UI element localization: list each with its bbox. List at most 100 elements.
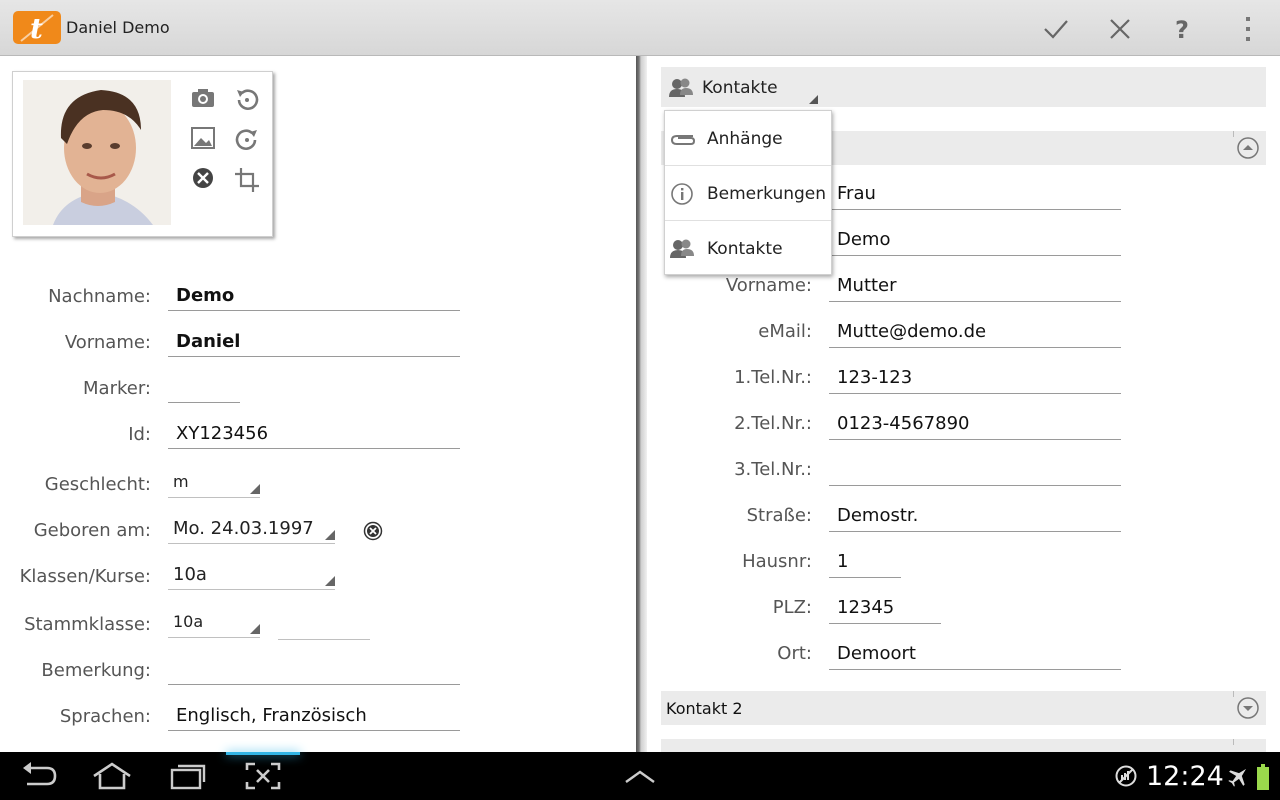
contacts-icon — [670, 239, 694, 258]
overflow-menu-button[interactable] — [1231, 12, 1265, 46]
geboren-date-picker[interactable]: Mo. 24.03.1997 — [168, 510, 335, 544]
label-ort: Ort: — [777, 643, 812, 664]
tel1-field[interactable]: 123-123 — [829, 360, 1121, 394]
tel2-field[interactable]: 0123-4567890 — [829, 406, 1121, 440]
row-klassen: Klassen/Kurse: 10a — [0, 556, 636, 592]
contact-row-plz: PLZ: 12345 — [647, 590, 1280, 626]
expand-notifications-button[interactable] — [618, 760, 662, 792]
section-select[interactable]: Kontakte — [661, 67, 826, 107]
expand-icon[interactable] — [1236, 696, 1260, 720]
label-klassen: Klassen/Kurse: — [19, 566, 151, 587]
tel3-field[interactable] — [829, 452, 1121, 486]
pane-divider[interactable] — [636, 56, 647, 752]
svg-text:t: t — [30, 12, 43, 44]
battery-icon — [1257, 764, 1269, 790]
menu-label-bemerkungen: Bemerkungen — [707, 184, 827, 204]
collapse-icon[interactable] — [1236, 136, 1260, 160]
label-id: Id: — [128, 424, 151, 445]
vorname-field[interactable]: Daniel — [168, 325, 460, 357]
row-bemerkung: Bemerkung: — [0, 653, 636, 689]
app-logo[interactable]: t — [13, 11, 61, 45]
contacts-icon — [669, 78, 693, 97]
hausnr-field[interactable]: 1 — [829, 544, 901, 578]
menu-item-kontakte[interactable]: Kontakte — [665, 221, 831, 276]
label-strasse: Straße: — [746, 505, 812, 526]
marker-field[interactable] — [168, 371, 240, 403]
row-marker: Marker: — [0, 371, 636, 407]
cancel-button[interactable] — [1103, 12, 1137, 46]
menu-item-anhaenge[interactable]: Anhänge — [665, 111, 831, 166]
klassen-select[interactable]: 10a — [168, 556, 335, 590]
anrede-field[interactable]: Frau — [829, 176, 1121, 210]
label-hausnr: Hausnr: — [742, 551, 812, 572]
contact-3-header[interactable] — [661, 739, 1266, 752]
clear-date-icon[interactable] — [363, 521, 383, 541]
crop-icon[interactable] — [233, 166, 261, 194]
id-field[interactable]: XY123456 — [168, 417, 460, 449]
ort-field[interactable]: Demoort — [829, 636, 1121, 670]
label-vorname: Vorname: — [64, 332, 151, 353]
sprachen-field[interactable]: Englisch, Französisch — [168, 699, 460, 731]
label-geboren: Geboren am: — [33, 520, 151, 541]
delete-photo-icon[interactable] — [189, 164, 217, 192]
geschlecht-select[interactable]: m — [168, 464, 260, 498]
contact-row-hausnr: Hausnr: 1 — [647, 544, 1280, 580]
menu-label-kontakte: Kontakte — [707, 239, 783, 259]
chevron-up-icon — [625, 770, 655, 783]
save-button[interactable] — [1039, 12, 1073, 46]
contact-row-strasse: Straße: Demostr. — [647, 498, 1280, 534]
label-geschlecht: Geschlecht: — [44, 474, 151, 495]
home-icon — [93, 762, 131, 790]
back-button[interactable] — [17, 760, 61, 792]
photo-card — [12, 71, 273, 237]
row-nachname: Nachname: Demo — [0, 279, 636, 315]
screenshot-highlight — [226, 752, 300, 755]
camera-icon[interactable] — [189, 84, 217, 112]
row-vorname: Vorname: Daniel — [0, 325, 636, 361]
contact-vorname-field[interactable]: Mutter — [829, 268, 1121, 302]
rotate-right-icon[interactable] — [233, 126, 261, 154]
header-separator — [1233, 131, 1234, 137]
screenshot-icon — [245, 762, 281, 790]
home-button[interactable] — [90, 760, 134, 792]
label-stammklasse: Stammklasse: — [24, 614, 151, 635]
label-email: eMail: — [758, 321, 812, 342]
label-nachname: Nachname: — [48, 286, 151, 307]
info-icon — [671, 183, 693, 205]
row-sprachen: Sprachen: Englisch, Französisch — [0, 699, 636, 735]
contact-row-ort: Ort: Demoort — [647, 636, 1280, 672]
label-contact-vorname: Vorname: — [725, 275, 812, 296]
label-tel3: 3.Tel.Nr.: — [734, 459, 812, 480]
screenshot-button[interactable] — [241, 760, 285, 792]
section-dropdown-menu: Anhänge Bemerkungen Kontakte — [664, 110, 832, 275]
row-id: Id: XY123456 — [0, 417, 636, 453]
menu-item-bemerkungen[interactable]: Bemerkungen — [665, 166, 831, 221]
nachname-field[interactable]: Demo — [168, 279, 460, 311]
help-button[interactable]: ? — [1166, 12, 1200, 46]
help-icon: ? — [1175, 16, 1189, 44]
plz-field[interactable]: 12345 — [829, 590, 941, 624]
contact-2-header[interactable]: Kontakt 2 — [661, 691, 1266, 725]
contact-row-tel1: 1.Tel.Nr.: 123-123 — [647, 360, 1280, 396]
contact-nachname-field[interactable]: Demo — [829, 222, 1121, 256]
contact-row-tel3: 3.Tel.Nr.: — [647, 452, 1280, 488]
label-plz: PLZ: — [772, 597, 812, 618]
system-navigation-bar: 12:24 — [0, 752, 1280, 800]
gallery-icon[interactable] — [189, 124, 217, 152]
bemerkung-field[interactable] — [168, 653, 460, 685]
row-geschlecht: Geschlecht: m — [0, 464, 636, 500]
email-field[interactable]: Mutte@demo.de — [829, 314, 1121, 348]
strasse-field[interactable]: Demostr. — [829, 498, 1121, 532]
label-tel2: 2.Tel.Nr.: — [734, 413, 812, 434]
stammklasse-extra-field[interactable] — [278, 606, 370, 640]
section-select-label: Kontakte — [702, 78, 778, 98]
recent-apps-icon — [170, 764, 206, 790]
header-separator — [1233, 691, 1234, 697]
paperclip-icon — [670, 135, 695, 145]
row-stammklasse: Stammklasse: 10a — [0, 604, 636, 640]
recent-apps-button[interactable] — [166, 760, 210, 792]
student-photo[interactable] — [23, 80, 171, 225]
student-detail-pane: Nachname: Demo Vorname: Daniel Marker: I… — [0, 57, 636, 752]
rotate-left-icon[interactable] — [233, 86, 261, 114]
stammklasse-select[interactable]: 10a — [168, 604, 260, 638]
